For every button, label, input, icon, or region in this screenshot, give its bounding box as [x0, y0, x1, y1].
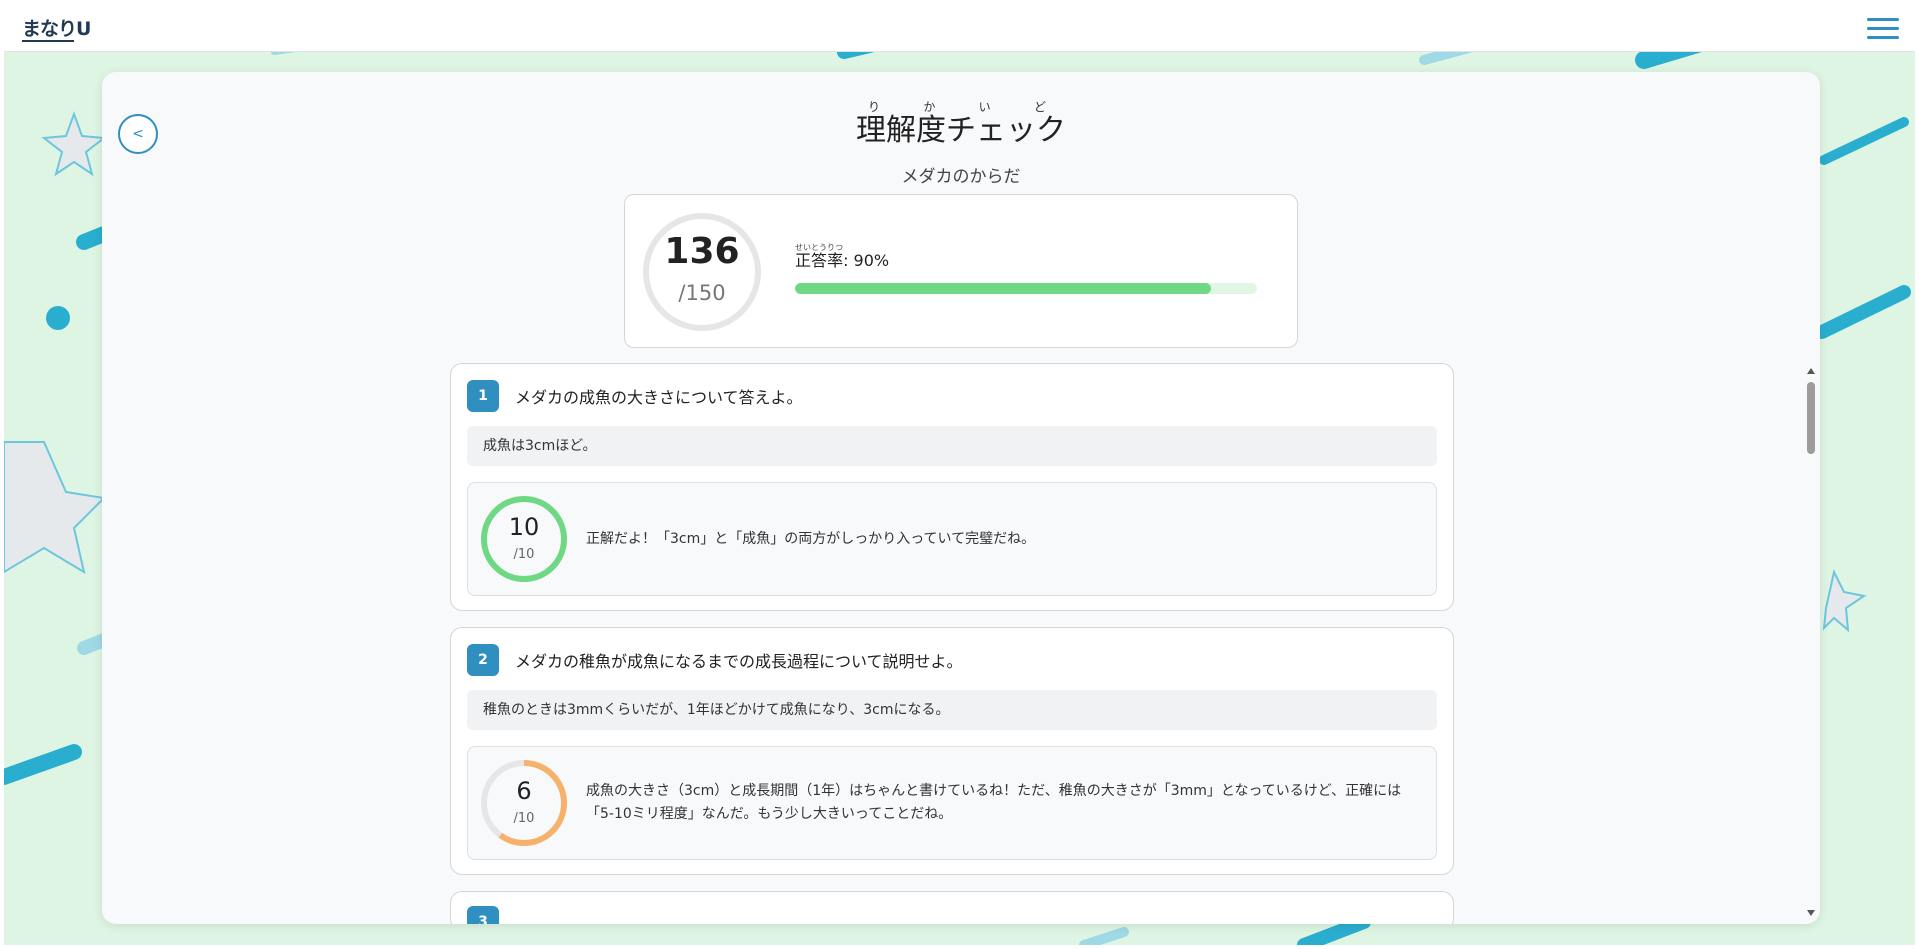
correct-rate-progress-bar: [795, 283, 1257, 294]
score-summary-card: 136 /150 正答率せいとうりつ: 90%: [624, 194, 1298, 348]
total-max-score: /150: [678, 281, 726, 305]
menu-icon-line: [1867, 27, 1899, 30]
feedback-text-content: 正解だよ！「3cm」と「成魚」の両方がしっかり入っていて完璧だね。: [586, 530, 1036, 547]
total-score-ring: [643, 213, 761, 331]
question-score: 10: [508, 513, 540, 541]
logo-text: まなりU: [22, 18, 91, 40]
student-answer: 成魚は3cmほど。: [467, 426, 1437, 466]
feedback-text: 成魚の大きさ（3cm）と成長期間（1年）はちゃんと書けているね！ただ、稚魚の大き…: [586, 747, 1420, 859]
correct-rate-progress-fill: [795, 283, 1211, 294]
app-logo[interactable]: まなりU: [22, 10, 98, 44]
question-text: メダカの成魚の大きさについて答えよ。: [515, 388, 803, 407]
question-number-badge: 2: [467, 644, 499, 676]
question-text: メダカの稚魚が成魚になるまでの成長過程について説明せよ。: [515, 652, 963, 671]
feedback-text-content: 成魚の大きさ（3cm）と成長期間（1年）はちゃんと書けているね！ただ、稚魚の大き…: [586, 783, 1402, 822]
question-card: 1 メダカの成魚の大きさについて答えよ。 成魚は3cmほど。 10 /10 正解…: [450, 363, 1454, 611]
question-max-score: /10: [513, 811, 535, 826]
page-title-text: 理解度チェック: [856, 113, 1066, 148]
correct-rate-label: 正答率せいとうりつ: 90%: [795, 243, 889, 271]
menu-icon-line: [1867, 36, 1899, 39]
question-header: 2 メダカの稚魚が成魚になるまでの成長過程について説明せよ。: [467, 644, 1437, 676]
page-title-ruby: りかいど: [856, 100, 1066, 114]
feedback-text: 正解だよ！「3cm」と「成魚」の両方がしっかり入っていて完璧だね。: [586, 483, 1420, 595]
correct-rate-ruby: せいとうりつ: [795, 243, 844, 252]
question-number-badge: 1: [467, 380, 499, 412]
question-score: 6: [516, 777, 532, 805]
question-header: 1 メダカの成魚の大きさについて答えよ。: [467, 380, 1437, 412]
correct-rate-value: : 90%: [843, 251, 890, 270]
student-answer: 稚魚のときは3mmくらいだが、1年ほどかけて成魚になり、3cmになる。: [467, 690, 1437, 730]
feedback-box: 6 /10 成魚の大きさ（3cm）と成長期間（1年）はちゃんと書けているね！ただ…: [467, 746, 1437, 860]
total-score: 136: [664, 231, 740, 272]
page-title: 理解度チェックりかいど: [102, 100, 1820, 149]
question-number-badge: 3: [467, 906, 499, 924]
question-list[interactable]: 1 メダカの成魚の大きさについて答えよ。 成魚は3cmほど。 10 /10 正解…: [450, 363, 1454, 924]
page-subtitle: メダカのからだ: [901, 167, 1021, 187]
app-header: まなりU: [4, 4, 1915, 52]
question-max-score: /10: [513, 547, 535, 562]
scroll-thumb[interactable]: [1807, 382, 1815, 454]
question-card: 2 メダカの稚魚が成魚になるまでの成長過程について説明せよ。 稚魚のときは3mm…: [450, 627, 1454, 875]
hamburger-menu-button[interactable]: [1865, 12, 1901, 44]
question-list-scrollbar[interactable]: [1806, 368, 1816, 916]
question-card: 3: [450, 891, 1454, 924]
feedback-box: 10 /10 正解だよ！「3cm」と「成魚」の両方がしっかり入っていて完璧だね。: [467, 482, 1437, 596]
scroll-down-arrow-icon[interactable]: [1807, 910, 1815, 916]
menu-icon-line: [1867, 18, 1899, 21]
question-header: 3: [467, 906, 1437, 924]
scroll-up-arrow-icon[interactable]: [1807, 368, 1815, 374]
correct-rate-text: 正答率: [795, 251, 844, 270]
logo-underline: [22, 40, 74, 42]
